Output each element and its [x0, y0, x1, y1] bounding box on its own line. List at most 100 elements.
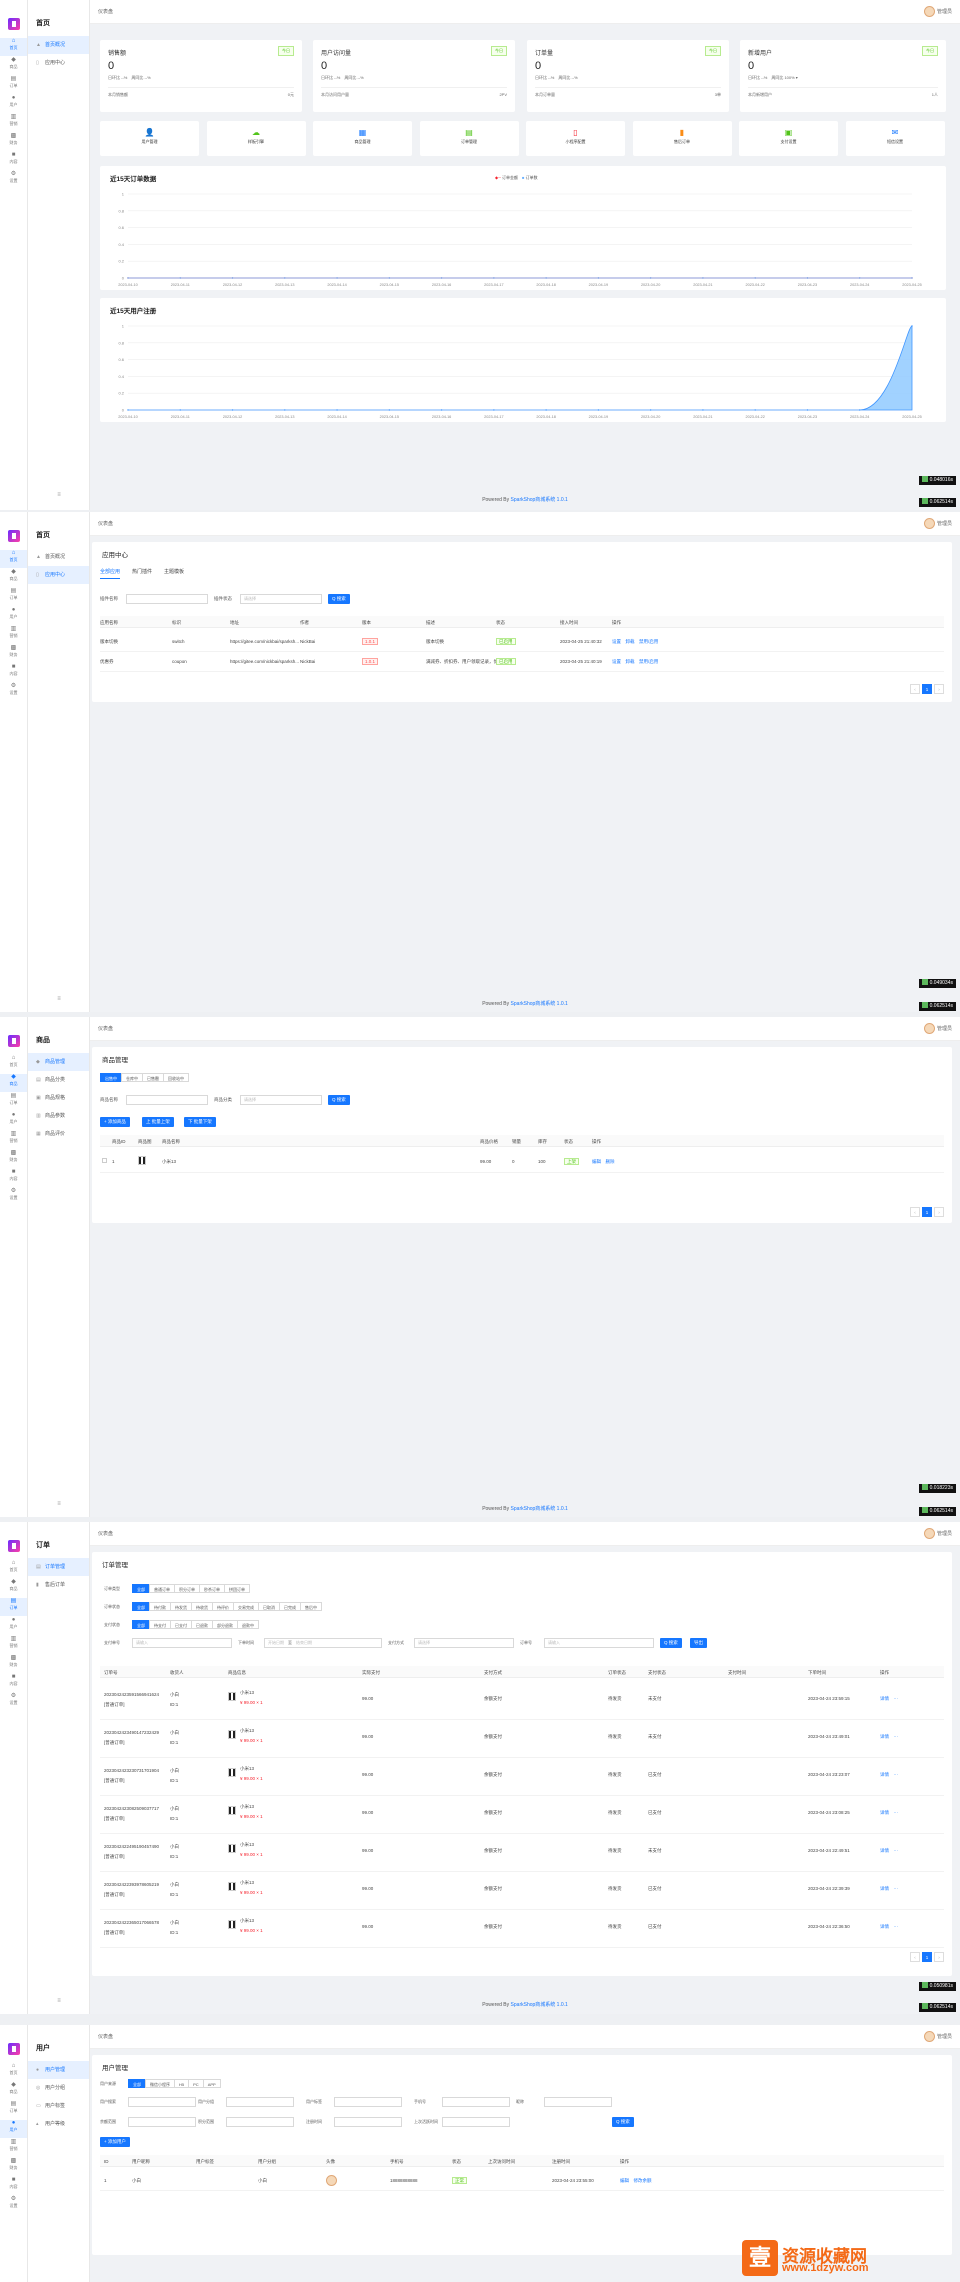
rail-item-5[interactable]: ▩ 财务: [0, 1150, 27, 1168]
plugin-name-input[interactable]: [126, 594, 208, 604]
menu-item-category[interactable]: ▤ 商品分类: [28, 1071, 89, 1089]
menu-item-reviews[interactable]: ▦ 商品评价: [28, 1125, 89, 1143]
plugin-status-select[interactable]: 请选择: [240, 594, 322, 604]
rail-item-1[interactable]: ◆ 商品: [0, 569, 27, 587]
rail-item-6[interactable]: ■ 内容: [0, 664, 27, 682]
menu-item-overview[interactable]: ▲ 首页概况: [28, 548, 89, 566]
filter-option[interactable]: PC: [188, 2079, 204, 2088]
filter-option[interactable]: 全部: [132, 1584, 150, 1593]
prev-page-button[interactable]: ‹: [910, 684, 920, 694]
filter-option[interactable]: 积分订单: [174, 1584, 200, 1593]
menu-item-users[interactable]: ● 用户管理: [28, 2061, 89, 2079]
rail-item-1[interactable]: ◆ 商品: [0, 1074, 27, 1092]
filter-option[interactable]: 待收货: [191, 1602, 213, 1611]
add-user-button[interactable]: + 添加用户: [100, 2137, 130, 2147]
filter-option[interactable]: 退款中: [237, 1620, 259, 1629]
order-actions[interactable]: 详情 ···: [880, 1886, 898, 1892]
order-actions[interactable]: 详情 ···: [880, 1848, 898, 1854]
rail-item-0[interactable]: ⌂ 首页: [0, 1560, 27, 1578]
rail-item-7[interactable]: ⚙ 设置: [0, 1188, 27, 1206]
rail-item-5[interactable]: ▩ 财务: [0, 1655, 27, 1673]
filter-option[interactable]: H5: [174, 2079, 190, 2088]
filter-input[interactable]: [442, 2097, 510, 2107]
filter-option[interactable]: 待发货: [170, 1602, 192, 1611]
footer-link[interactable]: SparkShop商城系统 1.0.1: [511, 1506, 568, 1512]
rail-item-3[interactable]: ● 用户: [0, 1617, 27, 1635]
menu-item-params[interactable]: ▥ 商品参数: [28, 1107, 89, 1125]
batch-on-button[interactable]: 上 批量上架: [142, 1117, 174, 1127]
rail-item-6[interactable]: ■ 内容: [0, 2177, 27, 2195]
pay-method-select[interactable]: 请选择: [414, 1638, 514, 1648]
rail-item-0[interactable]: ⌂ 首页: [0, 550, 27, 568]
rail-item-3[interactable]: ● 用户: [0, 1112, 27, 1130]
breadcrumb[interactable]: 仪表盘: [98, 2033, 113, 2040]
filter-option[interactable]: APP: [202, 2079, 221, 2088]
tab-themes[interactable]: 主题模板: [164, 569, 184, 578]
menu-item-after-sale[interactable]: ▮ 售后订单: [28, 1576, 89, 1594]
rail-item-4[interactable]: ▥ 营销: [0, 114, 27, 132]
rail-item-7[interactable]: ⚙ 设置: [0, 683, 27, 701]
quick-entry-2[interactable]: ▦ 商品管理: [313, 121, 412, 156]
breadcrumb[interactable]: 仪表盘: [98, 1530, 113, 1537]
rail-item-4[interactable]: ▥ 营销: [0, 626, 27, 644]
table-cell[interactable]: 编辑 修改余额: [620, 2178, 652, 2184]
next-page-button[interactable]: ›: [934, 1952, 944, 1962]
filter-option[interactable]: 已完成: [279, 1602, 301, 1611]
admin-menu[interactable]: 管理员: [923, 1528, 952, 1539]
collapse-menu-button[interactable]: ≡: [28, 492, 90, 500]
filter-option[interactable]: 部分退款: [212, 1620, 238, 1629]
menu-item-user-tag[interactable]: ▭ 用户标签: [28, 2097, 89, 2115]
rail-item-0[interactable]: ⌂ 首页: [0, 2063, 27, 2081]
filter-input[interactable]: [334, 2097, 402, 2107]
rail-item-5[interactable]: ▩ 财务: [0, 133, 27, 151]
filter-option[interactable]: 交易完成: [233, 1602, 259, 1611]
quick-entry-6[interactable]: ▣ 支付设置: [739, 121, 838, 156]
filter-on-sale[interactable]: 出售中: [100, 1073, 122, 1082]
filter-option[interactable]: 待评价: [212, 1602, 234, 1611]
quick-entry-3[interactable]: ▤ 订单管理: [419, 121, 519, 156]
tab-hot-plugins[interactable]: 热门插件: [132, 569, 152, 578]
menu-item-app-center[interactable]: ▯ 应用中心: [28, 54, 89, 72]
rail-item-4[interactable]: ▥ 营销: [0, 1636, 27, 1654]
rail-item-0[interactable]: ⌂ 首页: [0, 38, 27, 56]
filter-sold-out[interactable]: 已售罄: [142, 1073, 164, 1082]
filter-option[interactable]: 微信小程序: [145, 2079, 175, 2088]
filter-input[interactable]: [128, 2117, 196, 2127]
quick-entry-7[interactable]: ✉ 短信设置: [845, 121, 945, 156]
filter-option[interactable]: 全部: [132, 1620, 150, 1629]
batch-off-button[interactable]: 下 批量下架: [184, 1117, 216, 1127]
filter-option[interactable]: 全部: [128, 2079, 146, 2088]
search-button[interactable]: Q 搜索: [612, 2117, 634, 2127]
quick-entry-1[interactable]: ☁ 样板引擎: [206, 121, 306, 156]
menu-item-app-center[interactable]: ▯ 应用中心: [28, 566, 89, 584]
rail-item-2[interactable]: ▤ 订单: [0, 1093, 27, 1111]
row-checkbox[interactable]: [102, 1158, 107, 1163]
collapse-menu-button[interactable]: ≡: [28, 1998, 90, 2004]
order-actions[interactable]: 详情 ···: [880, 1924, 898, 1930]
menu-item-user-level[interactable]: ▴ 用户等级: [28, 2115, 89, 2133]
rail-item-7[interactable]: ⚙ 设置: [0, 171, 27, 189]
filter-option[interactable]: 待支付: [149, 1620, 171, 1629]
menu-item-user-group[interactable]: ◎ 用户分组: [28, 2079, 89, 2097]
tab-all-apps[interactable]: 全部应用: [100, 569, 121, 579]
search-button[interactable]: Q 搜索: [328, 1095, 350, 1105]
filter-option[interactable]: 已支付: [170, 1620, 192, 1629]
quick-entry-0[interactable]: 👤 用户管理: [100, 121, 199, 156]
order-actions[interactable]: 详情 ···: [880, 1810, 898, 1816]
rail-item-6[interactable]: ■ 内容: [0, 1674, 27, 1692]
filter-option[interactable]: 已退款: [191, 1620, 213, 1629]
breadcrumb[interactable]: 仪表盘: [98, 520, 113, 527]
rail-item-4[interactable]: ▥ 营销: [0, 1131, 27, 1149]
filter-option[interactable]: 拼团订单: [224, 1584, 250, 1593]
rail-item-2[interactable]: ▤ 订单: [0, 76, 27, 94]
order-actions[interactable]: 详情 ···: [880, 1696, 898, 1702]
filter-option[interactable]: 全部: [132, 1602, 150, 1611]
rail-item-4[interactable]: ▥ 营销: [0, 2139, 27, 2157]
order-actions[interactable]: 详情 ···: [880, 1734, 898, 1740]
page-1-button[interactable]: 1: [922, 1952, 932, 1962]
menu-item-spec[interactable]: ▣ 商品规格: [28, 1089, 89, 1107]
page-1-button[interactable]: 1: [922, 684, 932, 694]
filter-option[interactable]: 普通订单: [149, 1584, 175, 1593]
rail-item-6[interactable]: ■ 内容: [0, 152, 27, 170]
filter-input[interactable]: [226, 2117, 294, 2127]
